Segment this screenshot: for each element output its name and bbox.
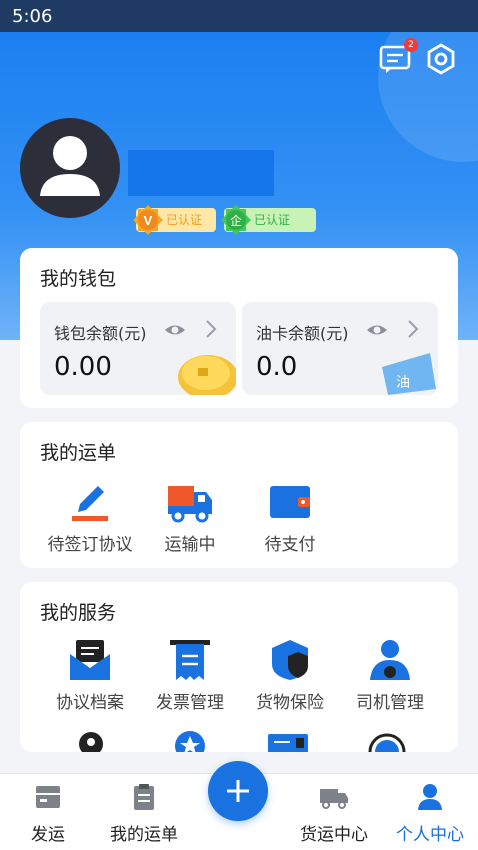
order-pending-payment[interactable]: 待支付 bbox=[240, 480, 340, 555]
truck-icon bbox=[320, 789, 348, 809]
service-driver-management[interactable]: 司机管理 bbox=[340, 638, 440, 713]
fuel-balance-value: 0.0 bbox=[256, 352, 298, 382]
tab-freight-center-label: 货运中心 bbox=[300, 825, 368, 845]
coin-icon bbox=[178, 355, 236, 395]
driver-icon bbox=[370, 640, 410, 680]
box-icon bbox=[36, 786, 60, 808]
wallet-balance-label: 钱包余额(元) bbox=[54, 324, 147, 343]
orders-card: 我的运单 待签订协议 运输中 待支付 bbox=[20, 422, 458, 568]
order-in-transit-label: 运输中 bbox=[164, 535, 216, 555]
personal-cert-mark: V bbox=[144, 213, 153, 228]
enterprise-cert-mark: 企 bbox=[230, 213, 242, 228]
plus-icon bbox=[227, 780, 249, 802]
wallet-balance-tile[interactable]: 钱包余额(元) 0.00 bbox=[40, 302, 236, 395]
service-cargo-insurance-label: 货物保险 bbox=[256, 693, 324, 713]
message-badge: 2 bbox=[404, 38, 418, 52]
star-badge-icon[interactable] bbox=[172, 730, 208, 752]
user-silhouette-icon bbox=[40, 136, 100, 196]
enterprise-cert-medal-icon: 企 bbox=[221, 205, 251, 235]
chevron-right-icon bbox=[206, 320, 217, 338]
wallet-balance-value: 0.00 bbox=[54, 352, 112, 382]
wallet-icon bbox=[270, 486, 310, 518]
services-title: 我的服务 bbox=[40, 602, 117, 624]
tab-my-orders[interactable]: 我的运单 bbox=[96, 782, 192, 845]
service-invoice-management[interactable]: 发票管理 bbox=[140, 638, 240, 713]
location-pin-icon[interactable] bbox=[75, 730, 107, 752]
fuel-card-icon: 油 bbox=[382, 353, 436, 395]
order-in-transit[interactable]: 运输中 bbox=[140, 480, 240, 555]
services-card: 我的服务 协议档案 发票管理 货物保险 司机管理 bbox=[20, 582, 458, 752]
tab-my-orders-label: 我的运单 bbox=[110, 825, 178, 845]
personal-cert-medal-icon: V bbox=[133, 205, 163, 235]
order-pending-sign[interactable]: 待签订协议 bbox=[40, 480, 140, 555]
pen-icon bbox=[72, 486, 108, 521]
order-pending-payment-label: 待支付 bbox=[264, 535, 316, 555]
fuel-card-tile[interactable]: 油卡余额(元) 0.0 油 bbox=[242, 302, 438, 395]
enterprise-cert-label: 已认证 bbox=[254, 213, 291, 227]
service-driver-management-label: 司机管理 bbox=[356, 693, 424, 713]
clipboard-icon bbox=[134, 784, 154, 810]
personal-cert-label: 已认证 bbox=[166, 213, 203, 227]
settings-icon bbox=[427, 43, 455, 75]
tab-personal-center[interactable]: 个人中心 bbox=[382, 782, 478, 845]
fuel-card-mark: 油 bbox=[396, 375, 410, 391]
personal-cert-badge: V 已认证 bbox=[133, 205, 216, 235]
service-cargo-insurance[interactable]: 货物保险 bbox=[240, 638, 340, 713]
service-agreement-archive-label: 协议档案 bbox=[56, 693, 124, 713]
tab-freight-center[interactable]: 货运中心 bbox=[286, 782, 382, 845]
tab-ship[interactable]: 发运 bbox=[0, 782, 96, 845]
tab-personal-center-label: 个人中心 bbox=[396, 825, 464, 845]
enterprise-cert-badge: 企 已认证 bbox=[221, 205, 316, 235]
orders-title: 我的运单 bbox=[40, 442, 117, 464]
wallet-title: 我的钱包 bbox=[40, 268, 117, 290]
eye-icon[interactable] bbox=[366, 320, 388, 340]
add-button[interactable] bbox=[208, 761, 268, 821]
fuel-balance-label: 油卡余额(元) bbox=[256, 324, 349, 343]
eye-icon[interactable] bbox=[164, 320, 186, 340]
chevron-right-icon bbox=[408, 320, 419, 338]
username-block bbox=[128, 150, 274, 196]
status-time: 5:06 bbox=[12, 6, 53, 27]
wallet-card: 我的钱包 钱包余额(元) 0.00 油卡余额(元) 0.0 油 bbox=[20, 248, 458, 408]
user-icon bbox=[418, 784, 442, 810]
service-agreement-archive[interactable]: 协议档案 bbox=[40, 638, 140, 713]
tab-ship-label: 发运 bbox=[31, 825, 65, 845]
status-bar: 5:06 bbox=[0, 0, 478, 32]
receipt-icon bbox=[170, 640, 210, 680]
avatar[interactable] bbox=[20, 118, 120, 218]
service-invoice-management-label: 发票管理 bbox=[156, 693, 224, 713]
order-pending-sign-label: 待签订协议 bbox=[47, 535, 133, 555]
id-card-icon[interactable] bbox=[266, 732, 310, 752]
truck-icon bbox=[168, 486, 212, 523]
mail-icon bbox=[70, 640, 110, 680]
settings-button[interactable] bbox=[424, 42, 458, 76]
shield-icon bbox=[272, 640, 308, 680]
circle-icon[interactable] bbox=[367, 732, 407, 752]
